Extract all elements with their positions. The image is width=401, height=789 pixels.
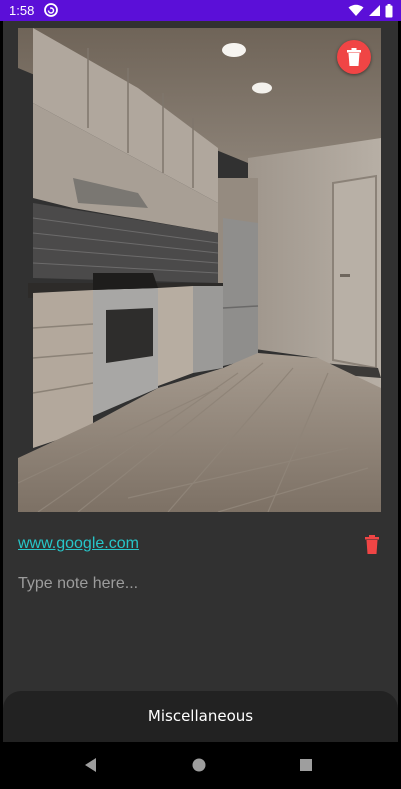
category-title: Miscellaneous — [147, 707, 254, 725]
system-nav-bar — [0, 742, 401, 789]
status-time: 1:58 — [9, 3, 35, 18]
kitchen-photo[interactable] — [18, 28, 381, 512]
home-circle-icon[interactable] — [189, 755, 209, 775]
wifi-icon — [348, 4, 364, 16]
trash-icon — [365, 535, 379, 554]
trash-icon — [347, 48, 361, 66]
recents-square-icon[interactable] — [296, 755, 316, 775]
status-icons — [348, 3, 393, 18]
note-input[interactable]: Type note here... — [18, 575, 383, 601]
back-triangle-icon[interactable] — [81, 755, 101, 775]
category-bottom-sheet[interactable]: Miscellaneous — [3, 691, 398, 742]
link-text[interactable]: www.google.com — [18, 535, 139, 553]
note-detail-screen: www.google.com Type note here... Miscell… — [3, 21, 398, 742]
sync-circle-icon — [44, 3, 58, 17]
link-row: www.google.com — [18, 531, 384, 559]
battery-icon — [385, 3, 393, 17]
kitchen-photo-illustration — [18, 28, 381, 512]
photo-delete-button[interactable] — [337, 40, 371, 74]
status-bar: 1:58 — [0, 0, 401, 21]
cell-signal-icon — [369, 5, 380, 16]
link-delete-button[interactable] — [360, 532, 384, 556]
